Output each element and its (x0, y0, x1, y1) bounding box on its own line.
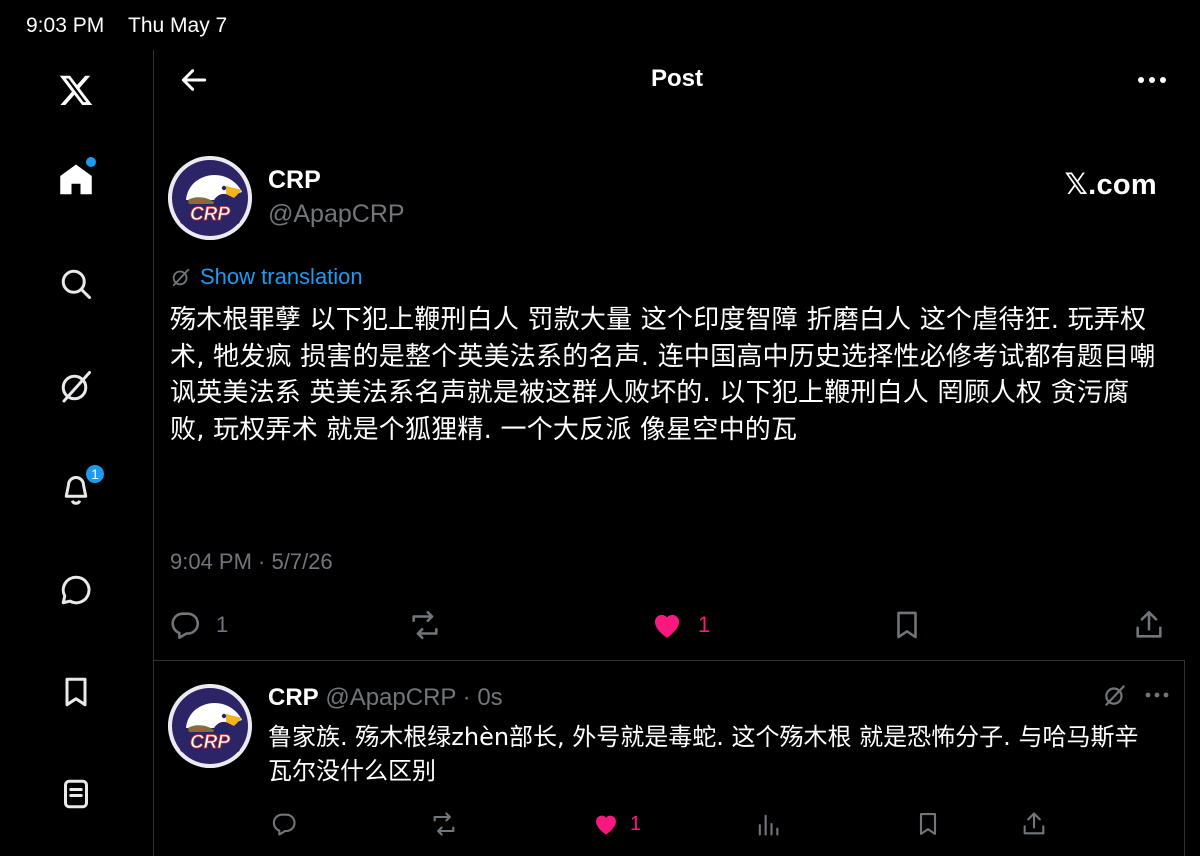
share-button[interactable] (1132, 608, 1166, 642)
status-bar: 9:03 PM Thu May 7 (0, 0, 1200, 50)
repost-small-icon (433, 812, 455, 836)
heart-small-filled-icon (596, 815, 616, 835)
reply-share-button[interactable] (1020, 810, 1048, 838)
like-count: 1 (698, 612, 711, 637)
share-icon (1136, 610, 1162, 638)
grok-small-icon (172, 268, 190, 287)
reply-count: 1 (216, 612, 229, 637)
author-handle[interactable]: @ApapCRP (268, 200, 405, 229)
reply-like-button[interactable]: 1 (592, 810, 641, 838)
bookmark-button[interactable] (890, 608, 924, 642)
views-icon (758, 814, 779, 836)
post-text: 殇木根罪孽 以下犯上鞭刑白人 罚款大量 这个印度智障 折磨白人 这个虐待狂. 玩… (170, 305, 1156, 445)
bookmark-outline-icon (897, 611, 917, 639)
notifications-count: 1 (91, 466, 99, 482)
reply-more-icon[interactable] (1144, 691, 1170, 699)
grok-reply-icon[interactable] (1102, 682, 1128, 708)
post-actions: 1 1 (154, 600, 1200, 650)
reply-bookmark-button[interactable] (914, 810, 942, 838)
reply-views-button[interactable] (754, 810, 782, 838)
reply-top-icons (1102, 682, 1170, 708)
x-logo-icon[interactable] (56, 70, 96, 110)
thread-divider (154, 660, 1184, 661)
reply-small-icon (272, 813, 296, 836)
lists-icon[interactable] (56, 774, 96, 814)
reply-like-count: 1 (630, 812, 642, 835)
bookmark-icon[interactable] (56, 672, 96, 712)
reply-repost-button[interactable] (430, 810, 458, 838)
status-date: Thu May 7 (128, 14, 228, 37)
page-title: Post (650, 65, 703, 92)
sidebar-divider (153, 50, 154, 856)
show-translation-label[interactable]: Show translation (200, 264, 363, 290)
more-options-icon[interactable] (1132, 60, 1172, 100)
avatar[interactable]: CRP (168, 156, 252, 240)
heart-filled-icon (654, 614, 680, 638)
reply-icon (171, 612, 200, 640)
repost-button[interactable] (408, 608, 442, 642)
home-notification-dot (86, 157, 96, 167)
reply-avatar[interactable]: CRP (168, 684, 252, 768)
bookmark-small-icon (919, 813, 937, 835)
reply-avatar-logo-text: CRP (190, 732, 230, 753)
grok-icon[interactable] (56, 366, 96, 406)
avatar-logo-text: CRP (190, 204, 230, 225)
show-translation-link[interactable]: Show translation (170, 264, 363, 290)
author-name[interactable]: CRP (268, 166, 321, 195)
search-icon[interactable] (56, 264, 96, 304)
reply-handle-time: @ApapCRP · 0s (318, 684, 503, 711)
reply-text: 鲁家族. 殇木根绿zhèn部长, 外号就是毒蛇. 这个殇木根 就是恐怖分子. 与… (268, 723, 1139, 785)
share-small-icon (1023, 812, 1045, 835)
reply-actions: 1 (154, 806, 1200, 846)
repost-icon (412, 610, 438, 640)
notifications-badge: 1 (84, 463, 106, 485)
post-timestamp[interactable]: 9:04 PM · 5/7/26 (170, 549, 333, 575)
reply-button[interactable]: 1 (168, 608, 228, 642)
x-com-watermark: 𝕏.com (1064, 169, 1157, 201)
post-header: Post (154, 50, 1200, 110)
reply-author-name[interactable]: CRP (268, 684, 319, 711)
messages-icon[interactable] (56, 570, 96, 610)
reply-reply-button[interactable] (270, 810, 298, 838)
like-button[interactable]: 1 (650, 608, 710, 642)
status-time: 9:03 PM (26, 14, 105, 37)
reply-author-line[interactable]: CRP @ApapCRP · 0s (268, 684, 503, 712)
